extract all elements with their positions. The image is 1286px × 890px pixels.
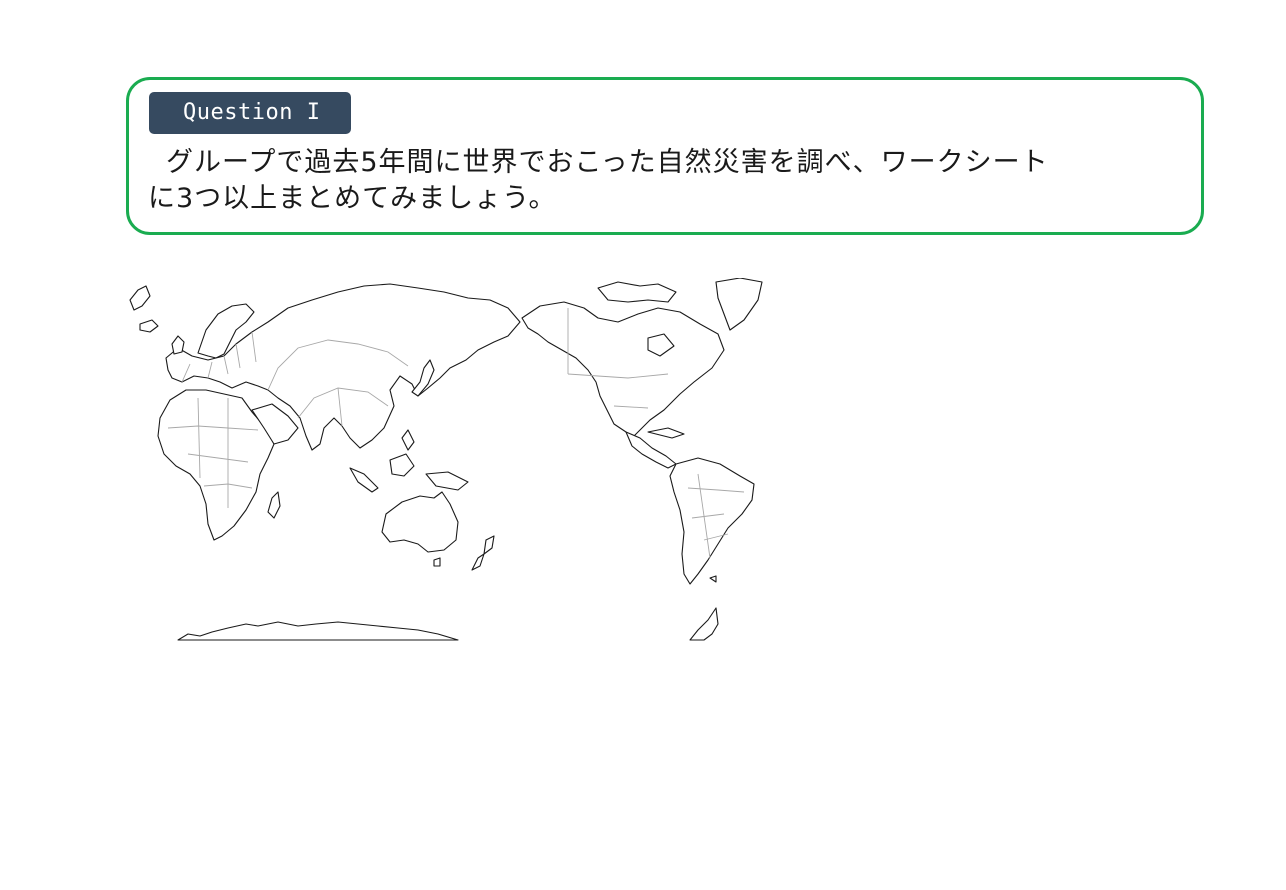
map-landmass-australia — [381, 491, 459, 553]
map-landmass-madagascar — [267, 491, 281, 519]
map-landmass-south-america — [669, 457, 755, 585]
map-landmass-tasmania — [433, 557, 441, 567]
map-landmass-greenland — [715, 278, 763, 331]
map-landmass-falklands — [709, 575, 717, 583]
question-text-line-2: に3つ以上まとめてみましょう。 — [148, 183, 557, 214]
question-card: Question I グループで過去5年間に世界でおこった自然災害を調べ、ワーク… — [126, 77, 1204, 235]
map-landmass-north-america — [521, 301, 725, 439]
world-map-icon — [129, 278, 763, 641]
map-landmass-britain — [171, 335, 185, 355]
question-text: グループで過去5年間に世界でおこった自然災害を調べ、ワークシート に3つ以上まと… — [148, 145, 1108, 217]
question-badge: Question I — [149, 92, 351, 134]
map-landmass-antarctica-left — [177, 621, 459, 641]
map-landmass-sumatra — [349, 467, 379, 493]
map-landmass-philippines — [401, 429, 415, 451]
map-landmass-iceland — [139, 319, 159, 333]
map-landmass-new-zealand — [471, 535, 495, 571]
map-landmass-cuba — [647, 427, 685, 439]
map-landmass-new-guinea — [425, 471, 469, 491]
question-text-line-1: グループで過去5年間に世界でおこった自然災害を調べ、ワークシート — [166, 147, 1049, 178]
map-landmass-antarctic-peninsula — [689, 607, 719, 641]
map-landmass-arctic-left — [129, 285, 151, 311]
map-landmass-borneo — [389, 453, 415, 477]
world-map — [128, 278, 768, 643]
map-landmass-arctic-islands — [597, 281, 677, 303]
